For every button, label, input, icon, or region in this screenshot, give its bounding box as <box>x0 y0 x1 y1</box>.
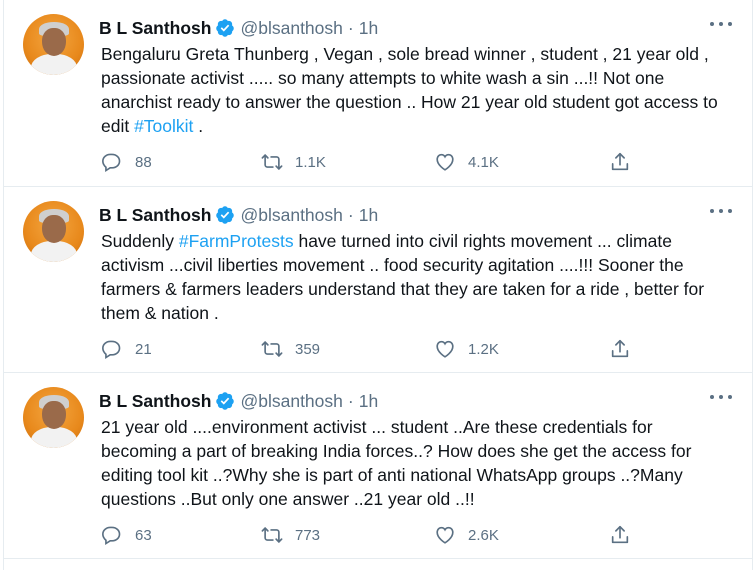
retweet-button[interactable]: 359 <box>261 337 320 361</box>
reply-icon <box>102 153 121 173</box>
tweet-time[interactable]: 1h <box>359 391 378 412</box>
reply-count: 21 <box>135 340 152 358</box>
heart-icon <box>436 340 454 358</box>
reply-count: 88 <box>135 153 152 171</box>
tweet-header: B L Santhosh @blsanthosh · 1h <box>99 389 378 413</box>
text-segment: Suddenly <box>101 231 179 251</box>
reply-icon <box>102 526 121 546</box>
hashtag-link[interactable]: #FarmProtests <box>179 231 294 251</box>
more-dots-icon[interactable] <box>710 390 732 404</box>
reply-button[interactable]: 63 <box>101 523 152 547</box>
tweet-time[interactable]: 1h <box>359 205 378 226</box>
more-dots-icon[interactable] <box>710 17 732 31</box>
tweet[interactable]: B L Santhosh @blsanthosh · 1h Suddenly #… <box>4 187 752 373</box>
heart-icon <box>436 153 454 171</box>
retweet-count: 1.1K <box>295 153 326 171</box>
verified-badge-icon <box>216 19 235 37</box>
share-button[interactable] <box>609 523 631 547</box>
tweet-feed: B L Santhosh @blsanthosh · 1h Bengaluru … <box>3 0 753 570</box>
like-button[interactable]: 2.6K <box>434 523 499 547</box>
retweet-button[interactable]: 773 <box>261 523 320 547</box>
retweet-icon <box>261 527 283 543</box>
reply-icon <box>102 340 121 360</box>
author-name[interactable]: B L Santhosh <box>99 205 211 226</box>
verified-badge-icon <box>216 392 235 410</box>
retweet-button[interactable]: 1.1K <box>261 150 326 174</box>
share-button[interactable] <box>609 150 631 174</box>
tweet-text: Suddenly #FarmProtests have turned into … <box>101 229 733 325</box>
tweet-actions: 63 773 2.6K <box>101 523 641 547</box>
like-count: 1.2K <box>468 340 499 358</box>
retweet-count: 773 <box>295 526 321 544</box>
like-count: 4.1K <box>468 153 499 171</box>
share-icon <box>611 525 629 544</box>
author-handle[interactable]: @blsanthosh <box>240 205 342 226</box>
retweet-count: 359 <box>295 340 321 358</box>
avatar[interactable] <box>23 201 84 262</box>
tweet-header: B L Santhosh @blsanthosh · 1h <box>99 203 378 227</box>
share-button[interactable] <box>609 337 631 361</box>
tweet[interactable]: B L Santhosh @blsanthosh · 1h Bengaluru … <box>4 0 752 187</box>
tweet-actions: 88 1.1K 4.1K <box>101 150 641 174</box>
like-count: 2.6K <box>468 526 499 544</box>
reply-button[interactable]: 88 <box>101 150 152 174</box>
retweet-icon <box>261 154 283 170</box>
avatar[interactable] <box>23 387 84 448</box>
share-icon <box>611 152 629 171</box>
author-name[interactable]: B L Santhosh <box>99 391 211 412</box>
separator-dot: · <box>347 17 354 38</box>
tweet-actions: 21 359 1.2K <box>101 337 641 361</box>
separator-dot: · <box>347 204 354 225</box>
author-handle[interactable]: @blsanthosh <box>240 391 342 412</box>
tweet-text: Bengaluru Greta Thunberg , Vegan , sole … <box>101 42 733 138</box>
author-handle[interactable]: @blsanthosh <box>240 18 342 39</box>
avatar[interactable] <box>23 14 84 75</box>
separator-dot: · <box>347 390 354 411</box>
text-segment: 21 year old ....environment activist ...… <box>101 417 692 509</box>
tweet-text: 21 year old ....environment activist ...… <box>101 415 733 511</box>
hashtag-link[interactable]: #Toolkit <box>134 116 193 136</box>
tweet-time[interactable]: 1h <box>359 18 378 39</box>
verified-badge-icon <box>216 206 235 224</box>
heart-icon <box>436 526 454 544</box>
share-icon <box>611 339 629 358</box>
tweet[interactable]: B L Santhosh @blsanthosh · 1h 21 year ol… <box>4 373 752 559</box>
like-button[interactable]: 4.1K <box>434 150 499 174</box>
like-button[interactable]: 1.2K <box>434 337 499 361</box>
reply-count: 63 <box>135 526 152 544</box>
retweet-icon <box>261 341 283 357</box>
reply-button[interactable]: 21 <box>101 337 152 361</box>
text-segment: . <box>193 116 204 136</box>
tweet-header: B L Santhosh @blsanthosh · 1h <box>99 16 378 40</box>
author-name[interactable]: B L Santhosh <box>99 18 211 39</box>
more-dots-icon[interactable] <box>710 204 732 218</box>
